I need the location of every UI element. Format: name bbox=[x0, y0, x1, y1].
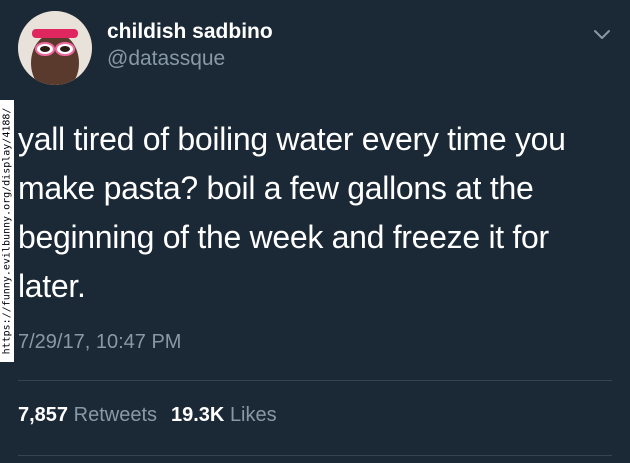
user-handle[interactable]: @datassque bbox=[107, 47, 225, 71]
tweet-card: childish sadbino @datassque https://funn… bbox=[0, 0, 630, 463]
likes-label: Likes bbox=[229, 404, 277, 426]
avatar-image bbox=[18, 11, 92, 85]
tweet-stats: 7,857 Retweets 19.3K Likes bbox=[18, 404, 277, 427]
retweets-count: 7,857 bbox=[18, 404, 69, 426]
watermark-text: https://funny.evilbunny.org/display/4188… bbox=[1, 107, 13, 355]
divider bbox=[18, 455, 612, 456]
tweet-text: yall tired of boiling water every time y… bbox=[18, 121, 566, 304]
watermark: https://funny.evilbunny.org/display/4188… bbox=[0, 100, 14, 362]
chevron-down-icon[interactable] bbox=[592, 24, 612, 44]
display-name[interactable]: childish sadbino bbox=[107, 20, 273, 44]
likes-stat[interactable]: 19.3K Likes bbox=[171, 404, 277, 426]
avatar[interactable] bbox=[18, 11, 92, 85]
likes-count: 19.3K bbox=[171, 404, 225, 426]
retweets-label: Retweets bbox=[73, 404, 157, 426]
retweets-stat[interactable]: 7,857 Retweets bbox=[18, 404, 157, 426]
tweet-timestamp[interactable]: 7/29/17, 10:47 PM bbox=[18, 331, 181, 354]
divider bbox=[18, 380, 612, 381]
